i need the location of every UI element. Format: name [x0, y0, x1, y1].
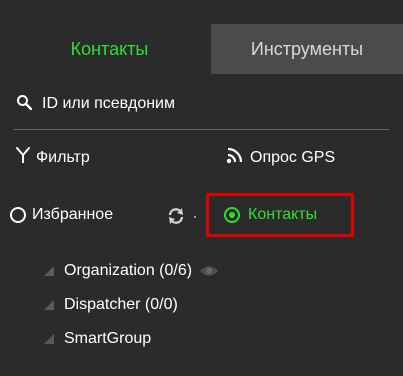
tree-item-label: SmartGroup — [64, 330, 152, 347]
radio-unselected-icon — [10, 207, 26, 223]
rss-icon — [226, 146, 250, 169]
favorites-label: Избранное — [32, 206, 114, 223]
contacts-tree: Organization (0/6) Dispatcher (0/0) Smar… — [0, 254, 403, 356]
filter-button[interactable]: Фильтр — [16, 146, 90, 169]
separator-dot — [194, 216, 196, 218]
tab-bar: Контакты Инструменты — [0, 0, 403, 75]
eye-icon[interactable] — [200, 265, 218, 277]
expand-triangle-icon[interactable] — [44, 300, 54, 310]
tree-item-label: Dispatcher (0/0) — [64, 296, 178, 313]
filter-icon — [16, 146, 36, 169]
tab-contacts[interactable]: Контакты — [8, 24, 211, 74]
tree-item[interactable]: SmartGroup — [0, 322, 403, 356]
filter-label: Фильтр — [36, 148, 90, 166]
expand-triangle-icon[interactable] — [44, 334, 54, 344]
filter-row: Фильтр Опрос GPS — [0, 140, 403, 182]
search-field[interactable]: ID или псевдоним — [8, 86, 388, 122]
refresh-icon[interactable] — [166, 206, 186, 226]
search-icon — [8, 94, 42, 115]
radio-selected-icon — [224, 207, 240, 223]
search-input[interactable]: ID или псевдоним — [42, 95, 175, 113]
tab-contacts-label: Контакты — [70, 38, 149, 59]
contacts-label: Контакты — [248, 206, 318, 223]
tree-item[interactable]: Organization (0/6) — [0, 254, 403, 288]
gps-poll-button[interactable]: Опрос GPS — [226, 146, 335, 169]
tab-tools[interactable]: Инструменты — [211, 24, 403, 74]
favorites-radio[interactable]: Избранное — [10, 206, 113, 224]
tree-item[interactable]: Dispatcher (0/0) — [0, 288, 403, 322]
contacts-radio[interactable]: Контакты — [224, 206, 317, 224]
tab-tools-label: Инструменты — [250, 38, 364, 59]
divider — [14, 129, 389, 130]
tree-item-label: Organization (0/6) — [64, 262, 193, 279]
gps-poll-label: Опрос GPS — [250, 148, 336, 166]
view-toggle-row: Избранное Контакты — [0, 190, 403, 242]
expand-triangle-icon[interactable] — [44, 266, 54, 276]
